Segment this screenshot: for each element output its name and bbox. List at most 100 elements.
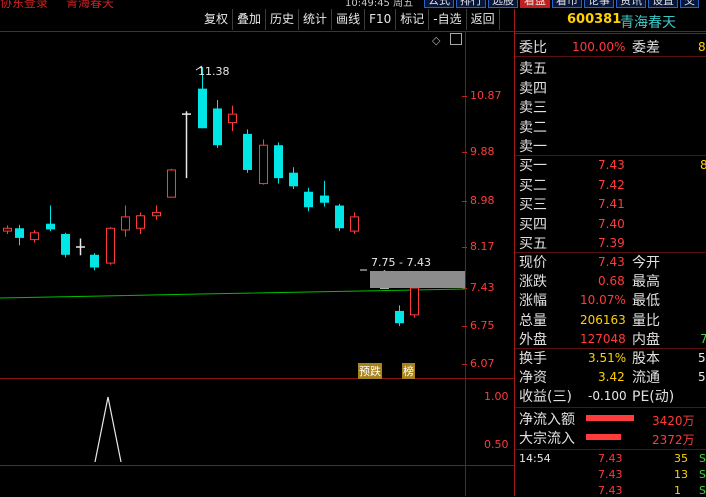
top-nav: 公式 排行 选股 看盘 看市 论事 资讯 设置交 — [424, 0, 701, 8]
price-tick: 9.88 — [470, 145, 495, 158]
top-nav-button[interactable]: 看盘 — [520, 0, 550, 8]
fund-value-2: 5 — [698, 370, 706, 384]
panel-label: PE(动) — [632, 389, 675, 405]
stock-code: 600381 — [567, 12, 622, 27]
toolbar-button[interactable]: 叠加 — [233, 9, 267, 30]
tick-flag: S — [699, 468, 706, 481]
candle[interactable] — [90, 254, 99, 268]
panel-header-divider — [515, 33, 706, 34]
candle[interactable] — [121, 216, 130, 231]
top-nav-button[interactable]: 设置 — [648, 0, 678, 8]
candle[interactable] — [3, 227, 12, 232]
candle[interactable] — [30, 232, 39, 241]
fund-value: 3.51% — [588, 351, 627, 365]
toolbar-button[interactable]: 复权 — [200, 9, 234, 30]
candle[interactable] — [167, 169, 176, 198]
price-tick: 10.87 — [470, 89, 502, 102]
top-nav-button[interactable]: 选股 — [488, 0, 518, 8]
panel-label: 最低 — [632, 293, 660, 310]
panel-label: 总量 — [519, 312, 547, 329]
axis-divider — [465, 31, 466, 496]
candle[interactable] — [46, 223, 55, 230]
panel-label: 买一 — [519, 158, 547, 174]
candle[interactable] — [289, 172, 298, 187]
candle[interactable] — [136, 215, 145, 229]
candle[interactable] — [243, 133, 252, 170]
candle[interactable] — [350, 216, 359, 232]
candle[interactable] — [410, 287, 419, 316]
toolbar-button[interactable]: 标记 — [396, 9, 430, 30]
tick-time: 14:54 — [519, 452, 551, 465]
price-tick: 6.75 — [470, 319, 495, 332]
top-nav-button[interactable]: 排行 — [456, 0, 486, 8]
indicator-tick: 1.00 — [484, 390, 509, 403]
marker-down[interactable]: 预跌 — [358, 363, 382, 379]
candle[interactable] — [106, 227, 115, 264]
candle[interactable] — [198, 88, 207, 129]
panel-label: 净资 — [519, 370, 547, 386]
top-stock-name: 青海春天 — [66, 0, 115, 8]
panel-label: 卖三 — [519, 100, 547, 116]
toolbar-button[interactable]: F10 — [365, 9, 397, 30]
fund-value-2: 5 — [698, 351, 706, 365]
panel-label: 今开 — [632, 255, 660, 271]
toolbar-button[interactable]: -自选 — [429, 9, 467, 30]
panel-label: 委差 — [632, 40, 660, 56]
quote-value: 7.43 — [598, 255, 625, 269]
marker-up[interactable]: 榜 — [402, 363, 415, 379]
top-nav-button[interactable]: 论事 — [584, 0, 614, 8]
quote-value: 10.07% — [580, 293, 626, 308]
candle[interactable] — [304, 191, 313, 208]
candle[interactable] — [152, 211, 161, 217]
panel-label: 大宗流入 — [519, 431, 575, 447]
panel-label: 卖一 — [519, 139, 547, 155]
indicator-line — [94, 396, 122, 463]
candle[interactable] — [320, 195, 329, 203]
candlestick-chart[interactable] — [0, 32, 465, 378]
quote-value: 127048 — [580, 331, 626, 346]
tick-price: 7.43 — [598, 484, 623, 497]
candle[interactable] — [213, 108, 222, 146]
quote-value: 206163 — [580, 312, 626, 327]
candle[interactable] — [259, 144, 268, 185]
candle[interactable] — [274, 145, 283, 179]
toolbar-button[interactable]: 历史 — [266, 9, 300, 30]
tick-flag: S — [699, 484, 706, 497]
divider — [515, 56, 706, 57]
panel-label: 最高 — [632, 274, 660, 291]
weibi-value: 100.00% — [572, 40, 626, 54]
divider — [515, 407, 706, 408]
bid-price: 7.42 — [598, 177, 625, 192]
chart-toolbar: 复权 叠加 历史 统计 画线 F10 标记 -自选 返回 — [200, 9, 500, 31]
indicator-chart — [94, 396, 122, 463]
bid-price: 7.43 — [598, 158, 625, 172]
bid-price: 7.41 — [598, 197, 625, 211]
toolbar-button[interactable]: 返回 — [467, 9, 500, 30]
top-nav-button[interactable]: 公式 — [424, 0, 454, 8]
tick-price: 7.43 — [598, 468, 623, 481]
ma-line — [0, 288, 465, 299]
top-nav-button[interactable]: 看市 — [552, 0, 582, 8]
candle[interactable] — [395, 310, 404, 324]
panel-label: 委比 — [519, 40, 547, 56]
indicator-tick: 0.50 — [484, 438, 509, 451]
top-nav-button[interactable]: 交 — [680, 0, 699, 8]
bid-price: 7.40 — [598, 216, 625, 231]
high-label: 11.38 — [198, 65, 230, 78]
flow-bar — [586, 434, 621, 440]
login-text[interactable]: 协东登录 — [0, 0, 48, 8]
candle[interactable] — [228, 113, 237, 124]
panel-label: 卖二 — [519, 119, 547, 136]
stock-name: 青海春天 — [620, 15, 676, 31]
candle[interactable] — [335, 205, 344, 229]
panel-label: 卖四 — [519, 80, 547, 97]
toolbar-button[interactable]: 画线 — [332, 9, 366, 30]
panel-label: 内盘 — [632, 331, 660, 348]
toolbar-button[interactable]: 统计 — [299, 9, 333, 30]
bottom-divider — [0, 465, 514, 466]
candle[interactable] — [15, 228, 24, 238]
panel-label: 买五 — [519, 236, 547, 252]
top-nav-button[interactable]: 资讯 — [616, 0, 646, 8]
candle[interactable] — [61, 233, 70, 255]
range-box — [370, 271, 465, 288]
